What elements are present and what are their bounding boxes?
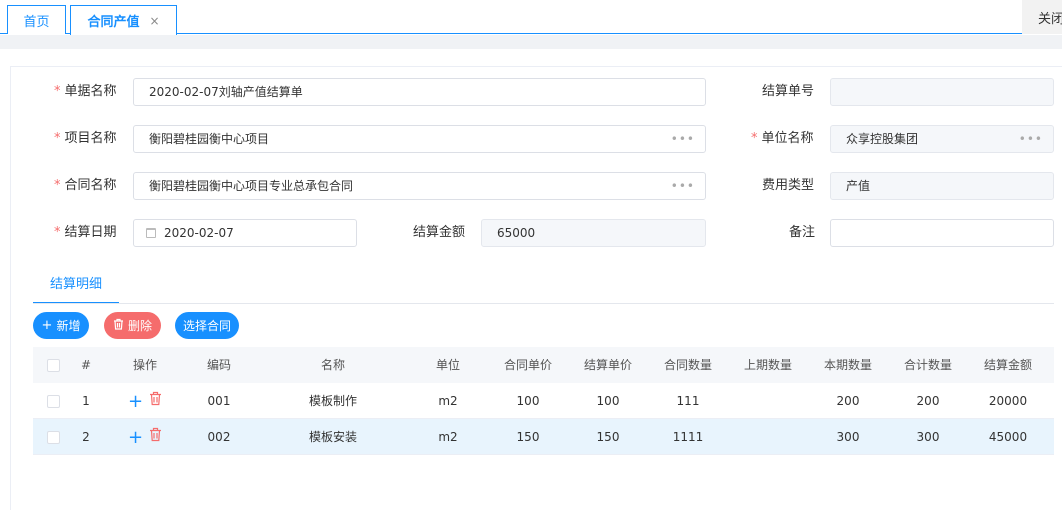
row-settle-price: 150 (596, 430, 620, 444)
more-icon[interactable]: ••• (1019, 126, 1043, 152)
settle-date-input[interactable]: 2020-02-07 (133, 219, 357, 247)
row-unit: m2 (438, 430, 458, 444)
delete-button[interactable]: 删除 (104, 312, 161, 339)
col-contract-qty: 合同数量 (663, 358, 712, 372)
settle-amount-label: 结算金额 (413, 225, 466, 240)
settle-no-input (830, 78, 1054, 106)
row-amount: 45000 (988, 430, 1028, 444)
tab-contract-output-label: 合同产值 (87, 15, 140, 30)
calendar-icon (146, 227, 156, 238)
close-all-button[interactable]: 关闭 (1022, 0, 1062, 34)
tab-bar: 首页 合同产值 × 关闭 (0, 0, 1062, 35)
settle-amount-input: 65000 (481, 219, 706, 247)
row-prev-qty (735, 383, 801, 419)
col-prev-qty: 上期数量 (743, 358, 792, 372)
row-prev-qty (735, 419, 801, 455)
select-all-checkbox[interactable] (45, 347, 61, 383)
close-icon[interactable]: × (149, 14, 159, 28)
col-code: 编码 (206, 358, 231, 372)
row-name: 模板制作 (308, 394, 357, 408)
col-amount: 结算金额 (983, 358, 1032, 372)
trash-icon (113, 318, 124, 334)
row-code: 001 (207, 394, 231, 408)
remark-input[interactable] (830, 219, 1054, 247)
row-actions: + (117, 383, 173, 419)
detail-table: # 操作 编码 名称 单位 合同单价 结算单价 合同数量 上期数量 本期数量 合… (33, 347, 1054, 455)
table-row[interactable]: 1 + 001 模板制作 m2 100 100 111 200 200 2000… (33, 383, 1054, 419)
tab-contract-output[interactable]: 合同产值 × (70, 5, 177, 35)
unit-name-label: * 单位名称 (751, 131, 814, 146)
col-unit: 单位 (435, 358, 460, 372)
contract-name-input[interactable]: 衡阳碧桂园衡中心项目专业总承包合同 ••• (133, 172, 706, 200)
project-name-label: * 项目名称 (54, 131, 117, 146)
tab-home[interactable]: 首页 (7, 5, 66, 34)
col-curr-qty: 本期数量 (823, 358, 872, 372)
add-button[interactable]: + 新增 (33, 312, 89, 339)
row-checkbox[interactable] (45, 419, 61, 455)
add-button-label: 新增 (56, 319, 81, 333)
row-settle-price: 100 (596, 394, 620, 408)
col-index: # (80, 358, 92, 372)
row-contract-price: 100 (516, 394, 540, 408)
more-icon[interactable]: ••• (671, 173, 695, 199)
project-name-value: 衡阳碧桂园衡中心项目 (149, 132, 270, 146)
tab-underline (33, 303, 1054, 304)
row-contract-qty: 111 (676, 394, 700, 408)
row-unit: m2 (438, 394, 458, 408)
divider-strip (0, 35, 1062, 49)
col-settle-price: 结算单价 (583, 358, 632, 372)
col-action: 操作 (132, 358, 157, 372)
row-actions: + (117, 419, 173, 455)
table-header: # 操作 编码 名称 单位 合同单价 结算单价 合同数量 上期数量 本期数量 合… (33, 347, 1054, 383)
tab-settlement-detail[interactable]: 结算明细 (33, 268, 119, 304)
delete-row-icon[interactable] (149, 420, 162, 456)
row-index: 2 (82, 430, 90, 444)
doc-name-input[interactable]: 2020-02-07刘轴产值结算单 (133, 78, 706, 106)
fee-type-label: 费用类型 (762, 178, 815, 193)
row-contract-price: 150 (516, 430, 540, 444)
select-contract-button[interactable]: 选择合同 (175, 312, 239, 339)
row-curr-qty: 200 (836, 394, 860, 408)
row-name: 模板安装 (308, 430, 357, 444)
col-contract-price: 合同单价 (503, 358, 552, 372)
add-row-icon[interactable]: + (128, 384, 143, 420)
row-curr-qty: 300 (836, 430, 860, 444)
unit-name-value: 众享控股集团 (846, 132, 919, 146)
more-icon[interactable]: ••• (671, 126, 695, 152)
delete-row-icon[interactable] (149, 384, 162, 420)
row-code: 002 (207, 430, 231, 444)
contract-name-value: 衡阳碧桂园衡中心项目专业总承包合同 (149, 179, 354, 193)
row-checkbox[interactable] (45, 383, 61, 419)
row-index: 1 (82, 394, 90, 408)
remark-label: 备注 (789, 225, 816, 240)
settle-date-label: * 结算日期 (54, 225, 117, 240)
contract-name-label: * 合同名称 (54, 178, 117, 193)
table-row[interactable]: 2 + 002 模板安装 m2 150 150 1111 300 300 450… (33, 419, 1054, 455)
col-total-qty: 合计数量 (903, 358, 952, 372)
row-total-qty: 200 (916, 394, 940, 408)
unit-name-input[interactable]: 众享控股集团 ••• (830, 125, 1054, 153)
add-row-icon[interactable]: + (128, 420, 143, 456)
plus-icon: + (41, 318, 53, 333)
row-total-qty: 300 (916, 430, 940, 444)
settle-no-label: 结算单号 (762, 84, 815, 99)
settle-date-value: 2020-02-07 (164, 226, 234, 240)
fee-type-input: 产值 (830, 172, 1054, 200)
row-amount: 20000 (988, 394, 1028, 408)
project-name-input[interactable]: 衡阳碧桂园衡中心项目 ••• (133, 125, 706, 153)
doc-name-label: * 单据名称 (54, 84, 117, 99)
delete-button-label: 删除 (127, 319, 152, 333)
row-contract-qty: 1111 (672, 430, 704, 444)
col-name: 名称 (320, 358, 345, 372)
